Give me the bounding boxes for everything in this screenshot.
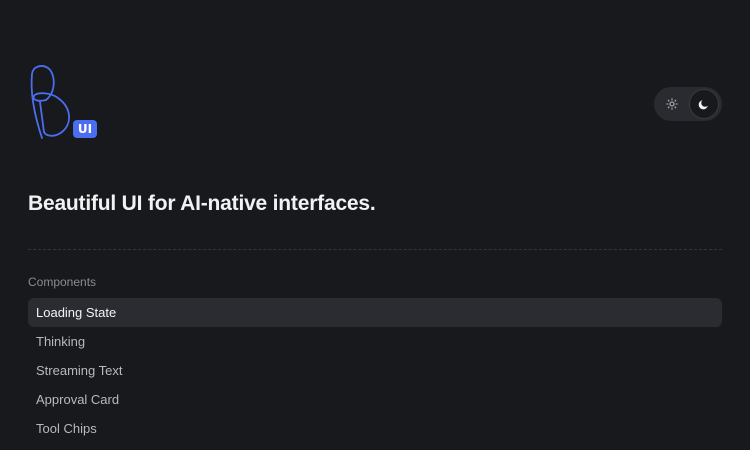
divider (28, 249, 722, 250)
moon-icon (698, 100, 708, 110)
logo-badge: UI (73, 120, 97, 138)
component-item-tool-chips[interactable]: Tool Chips (28, 414, 722, 443)
theme-toggle[interactable] (654, 87, 722, 121)
page-title: Beautiful UI for AI-native interfaces. (28, 192, 376, 215)
component-item-loading-state[interactable]: Loading State (28, 298, 722, 327)
component-item-thinking[interactable]: Thinking (28, 327, 722, 356)
dark-theme-button[interactable] (689, 89, 719, 119)
component-item-streaming-text[interactable]: Streaming Text (28, 356, 722, 385)
page: UI Beautiful UI for AI-native interfaces… (0, 0, 750, 450)
light-theme-button[interactable] (657, 89, 687, 119)
component-item-approval-card[interactable]: Approval Card (28, 385, 722, 414)
components-section-label: Components (28, 275, 97, 289)
components-list: Loading State Thinking Streaming Text Ap… (28, 298, 722, 443)
sun-icon (666, 98, 678, 110)
logo[interactable]: UI (28, 62, 100, 142)
